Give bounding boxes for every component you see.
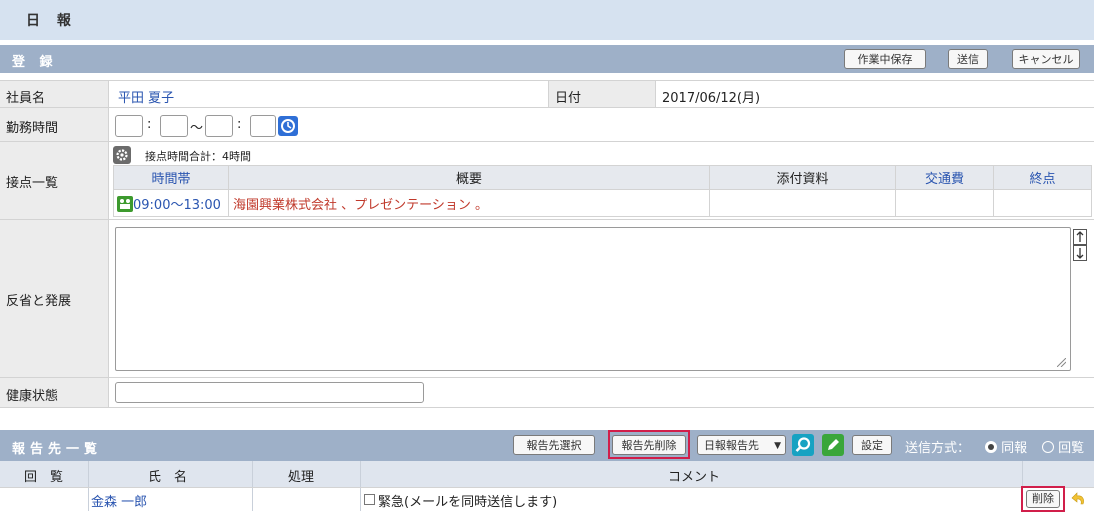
range-separator: 〜 [190, 121, 204, 136]
start-hour-input[interactable] [115, 115, 143, 137]
health-row: 健康状態 [0, 378, 1094, 408]
report-list-row: 金森 一郎 緊急(メールを同時送信します) 削除 [0, 486, 1094, 512]
col-time-header[interactable]: 時間帯 [113, 165, 229, 190]
visit-icon [117, 195, 133, 212]
end-minute-input[interactable] [250, 115, 276, 137]
contact-row[interactable]: 09:00〜13:00 海園興業株式会社 、プレゼンテーション 。 [113, 189, 1092, 217]
work-time-label: 勤務時間 [6, 121, 59, 136]
select-report-target-button[interactable]: 報告先選択 [513, 435, 595, 455]
contact-attachments [709, 189, 896, 217]
recipient-name[interactable]: 金森 一郎 [91, 491, 147, 510]
employee-label-cell: 社員名 [0, 81, 109, 107]
contacts-table: 時間帯 概要 添付資料 交通費 終点 09:00〜13:00 海園興業株式会社 … [113, 165, 1092, 217]
dropdown-caret-icon: ▼ [774, 441, 781, 451]
report-type-select[interactable]: 日報報告先 ▼ [697, 435, 786, 455]
settings-gear-icon[interactable] [113, 146, 131, 164]
delete-report-target-button[interactable]: 報告先削除 [612, 435, 686, 455]
col-close-header[interactable]: 終点 [993, 165, 1092, 190]
save-draft-button[interactable]: 作業中保存 [844, 49, 926, 69]
settings-button[interactable]: 設定 [852, 435, 892, 455]
send-option-circulation[interactable]: 回覧 [1042, 437, 1084, 456]
reflection-row: 反省と発展 [0, 220, 1094, 378]
health-input[interactable] [115, 382, 424, 403]
health-label-cell: 健康状態 [0, 378, 109, 407]
urgent-label: 緊急(メールを同時送信します) [378, 495, 558, 510]
reflection-label-cell: 反省と発展 [0, 220, 109, 377]
contact-total-time: 接点時間合計：4時間 [145, 150, 251, 163]
work-time-label-cell: 勤務時間 [0, 108, 109, 141]
reflection-textarea[interactable] [115, 227, 1071, 371]
cancel-button[interactable]: キャンセル [1012, 49, 1080, 69]
col-comment: コメント [668, 470, 721, 485]
date-label: 日付 [555, 91, 582, 106]
undo-arrow-icon[interactable] [1070, 490, 1088, 508]
work-time-row: 勤務時間 : 〜 : [0, 108, 1094, 142]
page-title: 日 報 [26, 13, 77, 29]
report-list-header-label: 報告先一覧 [12, 442, 103, 457]
contacts-label: 接点一覧 [6, 176, 59, 191]
search-icon[interactable] [792, 434, 814, 456]
clock-icon[interactable] [278, 116, 298, 136]
contacts-row: 接点一覧 接点時間合計：4時間 時間帯 概要 添付資料 交通費 終点 09:00… [0, 142, 1094, 220]
report-type-value: 日報報告先 [704, 439, 759, 452]
employee-name: 平田 夏子 [118, 91, 175, 106]
title-bar: 日 報 [0, 0, 1094, 40]
radio-broadcast-selected[interactable] [985, 441, 997, 453]
resize-handle-icon[interactable] [1057, 358, 1066, 367]
contacts-label-cell: 接点一覧 [0, 142, 109, 219]
send-method-label: 送信方式： [905, 441, 971, 456]
col-attachments-header: 添付資料 [709, 165, 896, 190]
contact-summary[interactable]: 海園興業株式会社 、プレゼンテーション 。 [233, 198, 488, 213]
radio-circulation[interactable] [1042, 441, 1054, 453]
col-summary-header: 概要 [228, 165, 710, 190]
end-hour-input[interactable] [205, 115, 233, 137]
col-name: 氏 名 [148, 470, 188, 485]
delete-row-button[interactable]: 削除 [1026, 490, 1060, 508]
employee-row: 社員名 平田 夏子 日付 2017/06/12(月) [0, 80, 1094, 108]
contact-close [993, 189, 1092, 217]
health-label: 健康状態 [6, 389, 59, 404]
send-option-broadcast[interactable]: 同報 [985, 437, 1027, 456]
col-process: 処理 [288, 470, 315, 485]
contact-time[interactable]: 09:00〜13:00 [133, 198, 221, 213]
end-colon: : [237, 117, 242, 132]
urgent-checkbox[interactable] [364, 494, 375, 505]
start-colon: : [147, 117, 152, 132]
send-button[interactable]: 送信 [948, 49, 988, 69]
register-section-header: 登 録 作業中保存 送信 キャンセル [0, 45, 1094, 73]
edit-pencil-icon[interactable] [822, 434, 844, 456]
report-list-section-header: 報告先一覧 報告先選択 報告先削除 日報報告先 ▼ 設定 送信方式： 同報 回覧 [0, 430, 1094, 461]
employee-label: 社員名 [6, 91, 46, 106]
contact-travel [895, 189, 994, 217]
col-circulation: 回 覧 [24, 470, 64, 485]
start-minute-input[interactable] [160, 115, 188, 137]
col-travel-header[interactable]: 交通費 [895, 165, 994, 190]
circulation-option-label: 回覧 [1058, 441, 1085, 456]
date-label-cell: 日付 [548, 81, 656, 107]
register-header-label: 登 録 [12, 55, 58, 70]
reflection-label: 反省と発展 [6, 294, 72, 309]
broadcast-option-label: 同報 [1001, 441, 1028, 456]
date-value: 2017/06/12(月) [662, 91, 761, 106]
report-list-table-header: 回 覧 氏 名 処理 コメント [0, 461, 1094, 487]
expand-collapse-icon[interactable] [1073, 229, 1087, 261]
